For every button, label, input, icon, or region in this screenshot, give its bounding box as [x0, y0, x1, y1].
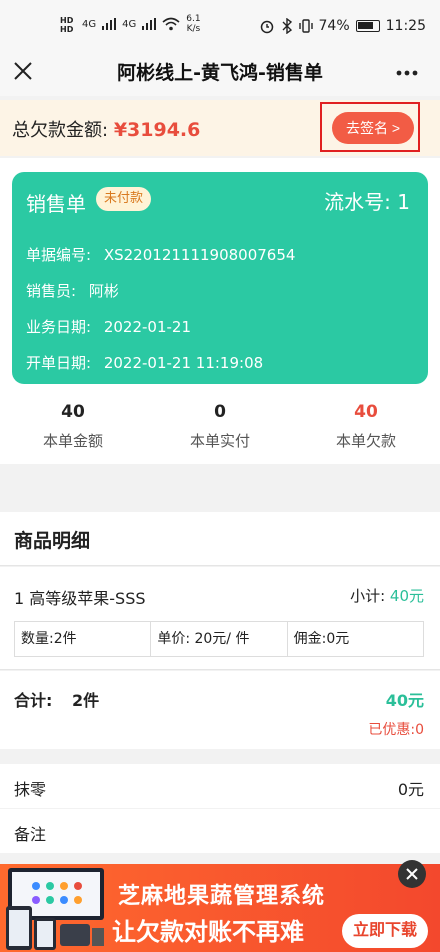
goods-qty: 数量:2件: [15, 622, 152, 656]
salesperson-value: 阿彬: [88, 282, 119, 300]
rounding-row: 抹零 0元: [0, 764, 440, 808]
ad-close-button[interactable]: [398, 860, 426, 888]
goods-price: 单价: 20元/ 件: [151, 622, 288, 656]
goods-detail-table: 数量:2件 单价: 20元/ 件 佣金:0元: [14, 621, 424, 657]
clock: 11:25: [385, 18, 426, 34]
signal-icon-2: [142, 18, 157, 30]
status-badge: 未付款: [96, 187, 152, 211]
doc-number-value: XS220121111908007654: [103, 246, 296, 264]
stat-owed: 40 本单欠款: [296, 402, 436, 451]
goods-subtotal-value: 40元: [389, 587, 424, 605]
signal-icon-1: [102, 18, 117, 30]
ad-headline: 芝麻地果蔬管理系统: [118, 884, 326, 909]
more-icon[interactable]: [396, 70, 418, 76]
total-discount: 已优惠:0: [368, 722, 424, 738]
total-label: 合计:: [14, 691, 53, 710]
battery-icon: [355, 20, 380, 32]
total-row: 合计: 2件 40元 已优惠:0: [0, 671, 440, 749]
network-speed-value: 6.1: [186, 14, 201, 24]
salesperson-label: 销售员:: [26, 282, 77, 300]
goods-subtotal: 小计: 40元: [350, 585, 424, 606]
status-bar: HD HD 4G 4G 6.1 K/s 74% 11:25: [0, 0, 440, 56]
stat-value: 40: [354, 402, 378, 422]
goods-commission: 佣金:0元: [293, 631, 350, 647]
total-debt: 总欠款金额: ¥3194.6: [12, 116, 200, 142]
wifi-icon: [162, 17, 180, 31]
status-right: 74% 11:25: [259, 18, 426, 34]
total-count-value: 2件: [71, 691, 100, 710]
nav-bar: 阿彬线上-黄飞鸿-销售单: [0, 56, 440, 96]
open-date-row: 开单日期: 2022-01-21 11:19:08: [26, 352, 263, 373]
doc-number-row: 单据编号: XS220121111908007654: [26, 244, 295, 265]
battery-percent: 74%: [318, 18, 350, 34]
open-date-label: 开单日期:: [26, 354, 92, 372]
sign-button[interactable]: 去签名 >: [332, 112, 414, 144]
order-card: 销售单 未付款 流水号: 1 单据编号: XS22012111190800765…: [12, 172, 428, 384]
stat-value: 0: [214, 402, 226, 422]
total-count: 合计: 2件: [14, 687, 99, 711]
goods-section-header: 商品明细: [0, 512, 440, 566]
open-date-value: 2022-01-21 11:19:08: [103, 354, 264, 372]
remark-label: 备注: [14, 825, 47, 844]
goods-name: 1 高等级苹果-SSS: [14, 589, 146, 608]
total-amount: 40元: [385, 691, 424, 710]
vibrate-icon: [298, 19, 313, 33]
page-title: 阿彬线上-黄飞鸿-销售单: [117, 62, 323, 84]
signal-label-1: 4G: [82, 18, 97, 30]
business-date-value: 2022-01-21: [103, 318, 192, 336]
app-screenshot-image: [6, 868, 104, 950]
goods-item: 1 高等级苹果-SSS 小计: 40元 数量:2件 单价: 20元/ 件 佣金:…: [0, 567, 440, 670]
hd-indicator: HD HD: [60, 16, 74, 34]
ad-banner[interactable]: 芝麻地果蔬管理系统 让欠款对账不再难 立即下载: [0, 864, 440, 952]
order-type-title: 销售单: [26, 192, 86, 216]
remark-row: 备注: [0, 809, 440, 853]
alarm-icon: [260, 20, 273, 34]
download-button[interactable]: 立即下载: [342, 914, 428, 948]
network-speed: 6.1 K/s: [186, 14, 200, 34]
goods-section-title: 商品明细: [14, 530, 91, 552]
network-speed-unit: K/s: [186, 24, 201, 34]
total-debt-label: 总欠款金额:: [12, 120, 109, 141]
rounding-value: 0元: [397, 780, 424, 799]
serial-number: 流水号: 1: [324, 190, 410, 214]
business-date-row: 业务日期: 2022-01-21: [26, 316, 191, 337]
stat-label: 本单实付: [189, 432, 250, 450]
ad-slogan: 让欠款对账不再难: [112, 918, 304, 946]
doc-number-label: 单据编号:: [26, 246, 92, 264]
status-left: 4G 4G 6.1 K/s: [82, 14, 201, 34]
total-debt-amount: ¥3194.6: [113, 119, 201, 141]
stat-label: 本单欠款: [335, 432, 396, 450]
rounding-label: 抹零: [14, 780, 47, 799]
bluetooth-icon: [282, 18, 292, 34]
stat-value: 40: [61, 402, 85, 422]
close-icon: [406, 868, 418, 880]
stat-label: 本单金额: [42, 432, 103, 450]
signal-label-2: 4G: [122, 18, 137, 30]
goods-subtotal-label: 小计:: [350, 587, 386, 605]
stat-order-amount: 40 本单金额: [3, 402, 143, 451]
salesperson-row: 销售员: 阿彬: [26, 280, 119, 301]
business-date-label: 业务日期:: [26, 318, 92, 336]
stat-paid: 0 本单实付: [150, 402, 290, 451]
